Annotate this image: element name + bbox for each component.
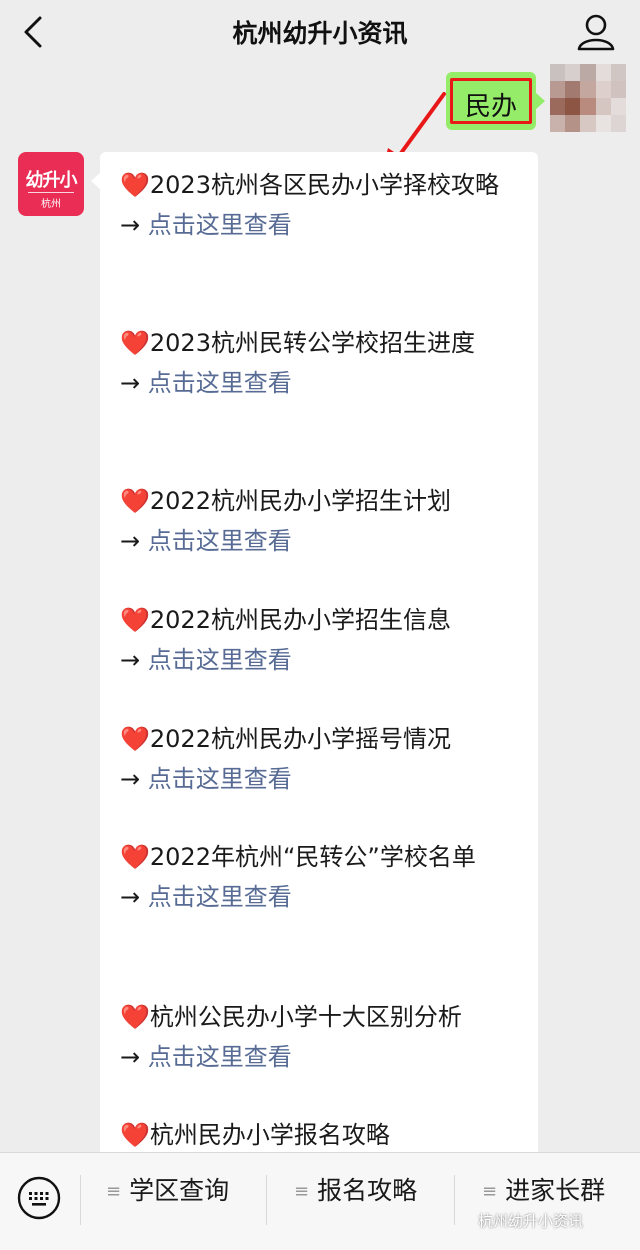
avatar-brand-text: 幼升小 — [25, 170, 78, 191]
menu-item-school-district[interactable]: ≡ 学区查询 — [106, 1171, 229, 1227]
arrow-text: → — [120, 765, 148, 793]
view-link[interactable]: 点击这里查看 — [148, 765, 292, 793]
user-message-text: 民办 — [464, 92, 517, 122]
item-title: 2022杭州民办小学招生信息 — [149, 606, 451, 634]
view-link[interactable]: 点击这里查看 — [148, 1043, 292, 1071]
menu-lines-icon: ≡ — [482, 1181, 498, 1202]
menu-divider — [266, 1175, 267, 1225]
arrow-text: → — [120, 527, 148, 555]
arrow-text: → — [120, 1043, 148, 1071]
item-title: 2023杭州各区民办小学择校攻略 — [149, 171, 499, 199]
list-item: ❤️杭州民办小学报名攻略 — [120, 1116, 530, 1155]
view-link[interactable]: 点击这里查看 — [148, 527, 292, 555]
user-avatar[interactable] — [550, 64, 626, 132]
bot-message-bubble: ❤️2023杭州各区民办小学择校攻略 → 点击这里查看 ❤️2023杭州民转公学… — [91, 152, 538, 1162]
keyboard-icon[interactable] — [16, 1175, 62, 1221]
menu-item-registration[interactable]: ≡ 报名攻略 — [294, 1171, 417, 1227]
heart-icon: ❤️ — [120, 606, 150, 634]
view-link[interactable]: 点击这里查看 — [148, 211, 292, 239]
list-item: ❤️杭州公民办小学十大区别分析 → 点击这里查看 — [120, 998, 530, 1077]
person-icon[interactable] — [574, 12, 618, 52]
page-title: 杭州幼升小资讯 — [232, 19, 408, 48]
item-title: 2023杭州民转公学校招生进度 — [149, 329, 475, 357]
bot-avatar[interactable]: 幼升小 杭州 — [18, 152, 84, 216]
view-link[interactable]: 点击这里查看 — [148, 646, 292, 674]
avatar-divider — [28, 192, 74, 193]
heart-icon: ❤️ — [120, 1121, 150, 1149]
arrow-text: → — [120, 211, 148, 239]
heart-icon: ❤️ — [120, 843, 150, 871]
user-message-bubble[interactable]: 民办 — [446, 72, 545, 130]
view-link[interactable]: 点击这里查看 — [148, 883, 292, 911]
arrow-text: → — [120, 369, 148, 397]
bottom-menu-bar: ≡ 学区查询 ≡ 报名攻略 ≡ 进家长群 — [0, 1152, 640, 1250]
item-title: 2022年杭州“民转公”学校名单 — [149, 843, 476, 871]
menu-lines-icon: ≡ — [294, 1181, 310, 1202]
item-title: 杭州公民办小学十大区别分析 — [149, 1003, 462, 1031]
view-link[interactable]: 点击这里查看 — [148, 369, 292, 397]
avatar-city-text: 杭州 — [41, 199, 61, 210]
list-item: ❤️2022杭州民办小学摇号情况 → 点击这里查看 — [120, 720, 530, 799]
heart-icon: ❤️ — [120, 487, 150, 515]
menu-label: 报名攻略 — [317, 1176, 418, 1205]
menu-divider — [454, 1175, 455, 1225]
item-title: 2022杭州民办小学招生计划 — [149, 487, 451, 515]
heart-icon: ❤️ — [120, 1003, 150, 1031]
list-item: ❤️2022杭州民办小学招生信息 → 点击这里查看 — [120, 601, 530, 680]
list-item: ❤️2023杭州民转公学校招生进度 → 点击这里查看 — [120, 324, 530, 403]
menu-lines-icon: ≡ — [106, 1181, 122, 1202]
nav-header: 杭州幼升小资讯 — [0, 0, 640, 62]
list-item: ❤️2022杭州民办小学招生计划 → 点击这里查看 — [120, 482, 530, 561]
item-title: 杭州民办小学报名攻略 — [149, 1121, 390, 1149]
heart-icon: ❤️ — [120, 171, 150, 199]
menu-divider — [80, 1175, 81, 1225]
list-item: ❤️2023杭州各区民办小学择校攻略 → 点击这里查看 — [120, 166, 530, 245]
heart-icon: ❤️ — [120, 725, 150, 753]
arrow-text: → — [120, 646, 148, 674]
list-item: ❤️2022年杭州“民转公”学校名单 → 点击这里查看 — [120, 838, 530, 917]
menu-label: 进家长群 — [505, 1176, 606, 1205]
item-title: 2022杭州民办小学摇号情况 — [149, 725, 451, 753]
watermark: 杭州幼升小资讯 — [478, 1212, 584, 1230]
arrow-text: → — [120, 883, 148, 911]
heart-icon: ❤️ — [120, 329, 150, 357]
menu-label: 学区查询 — [129, 1176, 230, 1205]
